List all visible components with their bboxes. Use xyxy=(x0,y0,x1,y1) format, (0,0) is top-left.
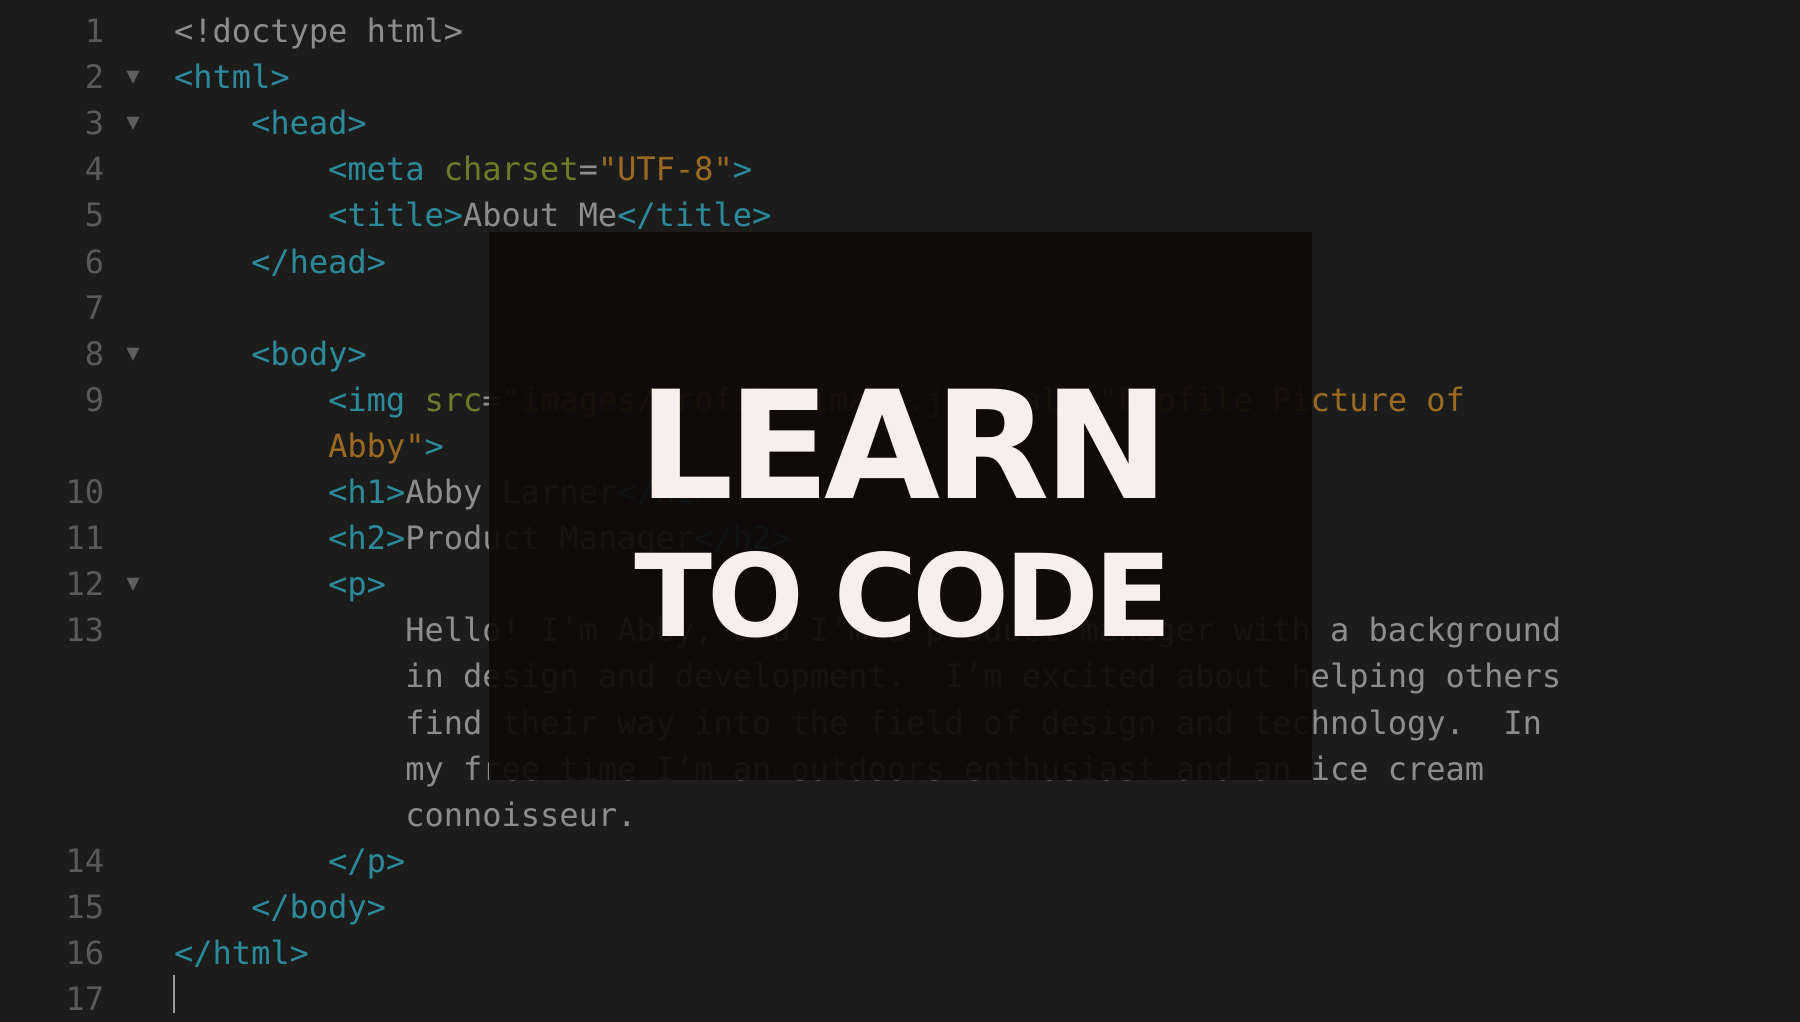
line-number: 8 xyxy=(84,334,104,373)
code-token-tag: </head> xyxy=(251,242,386,281)
line-number: 2 xyxy=(84,58,104,97)
code-token-str: "UTF-8" xyxy=(597,150,733,189)
line-number: 9 xyxy=(84,380,104,419)
line-number: 12 xyxy=(65,565,104,604)
code-text: <p> xyxy=(174,561,386,607)
code-token-tag: <title> xyxy=(328,196,463,235)
code-text: </head> xyxy=(174,239,386,285)
code-line[interactable]: 3 ▼ <head> xyxy=(0,100,1800,146)
line-number: 16 xyxy=(65,934,104,972)
fold-arrow-icon[interactable]: ▼ xyxy=(121,100,145,146)
code-token-tag: </body> xyxy=(251,887,386,926)
code-line[interactable]: connoisseur. xyxy=(0,792,1800,838)
code-token-plain: = xyxy=(578,150,598,189)
line-number: 6 xyxy=(84,242,104,281)
code-token-tag: <p> xyxy=(328,565,386,604)
code-text: <html> xyxy=(174,54,290,100)
fold-arrow-icon[interactable]: ▼ xyxy=(121,331,145,377)
headline-to-code: TO CODE xyxy=(634,530,1171,663)
code-line[interactable]: 14 </p> xyxy=(0,838,1800,884)
code-line[interactable]: 17 xyxy=(0,976,1800,1022)
code-text: <head> xyxy=(174,100,367,146)
line-number: 10 xyxy=(65,473,104,511)
code-token-text: About Me xyxy=(462,196,618,235)
code-token-tag: > xyxy=(424,426,444,465)
code-token-tag: <html> xyxy=(174,58,290,97)
code-line[interactable]: 15 </body> xyxy=(0,884,1800,930)
code-token-text: connoisseur. xyxy=(405,795,637,834)
fold-arrow-icon[interactable]: ▼ xyxy=(121,54,145,100)
code-token-tag: <body> xyxy=(251,334,367,373)
line-number: 4 xyxy=(84,150,104,189)
code-text: <body> xyxy=(174,331,367,377)
headline-learn: LEARN xyxy=(637,360,1169,534)
line-number: 11 xyxy=(65,519,104,558)
code-token-tag: <meta xyxy=(328,150,444,189)
code-text: </body> xyxy=(174,884,386,930)
code-token-attr: charset xyxy=(443,150,579,189)
code-token-attr: src xyxy=(424,380,483,419)
code-token-tag: <h1> xyxy=(328,473,406,511)
code-text: <meta charset="UTF-8"> xyxy=(174,146,752,192)
code-token-tag: </p> xyxy=(328,841,406,880)
code-token-tag: </html> xyxy=(174,934,309,972)
title-overlay-card: LEARN TO CODE xyxy=(489,232,1312,780)
line-number: 1 xyxy=(84,12,104,50)
code-token-tag: <h2> xyxy=(328,519,406,558)
code-text: </p> xyxy=(174,838,405,884)
code-text: Abby"> xyxy=(174,423,444,469)
code-token-tag: <img xyxy=(328,380,425,419)
code-token-tag: </title> xyxy=(617,196,772,235)
code-line[interactable]: 16 </html> xyxy=(0,930,1800,976)
fold-arrow-icon[interactable]: ▼ xyxy=(121,561,145,607)
code-token-str: Abby" xyxy=(328,426,425,465)
code-token-tag: > xyxy=(732,150,752,189)
text-cursor xyxy=(173,975,175,1013)
line-number: 15 xyxy=(65,887,104,926)
code-text: </html> xyxy=(174,930,309,976)
code-token-plain: <!doctype html> xyxy=(174,12,463,50)
line-number: 3 xyxy=(84,104,104,143)
line-number: 5 xyxy=(84,196,104,235)
line-number: 13 xyxy=(65,611,104,650)
code-line[interactable]: 4 <meta charset="UTF-8"> xyxy=(0,146,1800,192)
code-line[interactable]: 1 <!doctype html> xyxy=(0,8,1800,54)
line-number: 14 xyxy=(65,841,104,880)
code-text: <!doctype html> xyxy=(174,8,463,54)
code-token-tag: <head> xyxy=(251,104,367,143)
line-number: 17 xyxy=(65,980,104,1019)
code-line[interactable]: 2 ▼ <html> xyxy=(0,54,1800,100)
code-text: connoisseur. xyxy=(174,792,636,838)
line-number: 7 xyxy=(84,288,104,327)
